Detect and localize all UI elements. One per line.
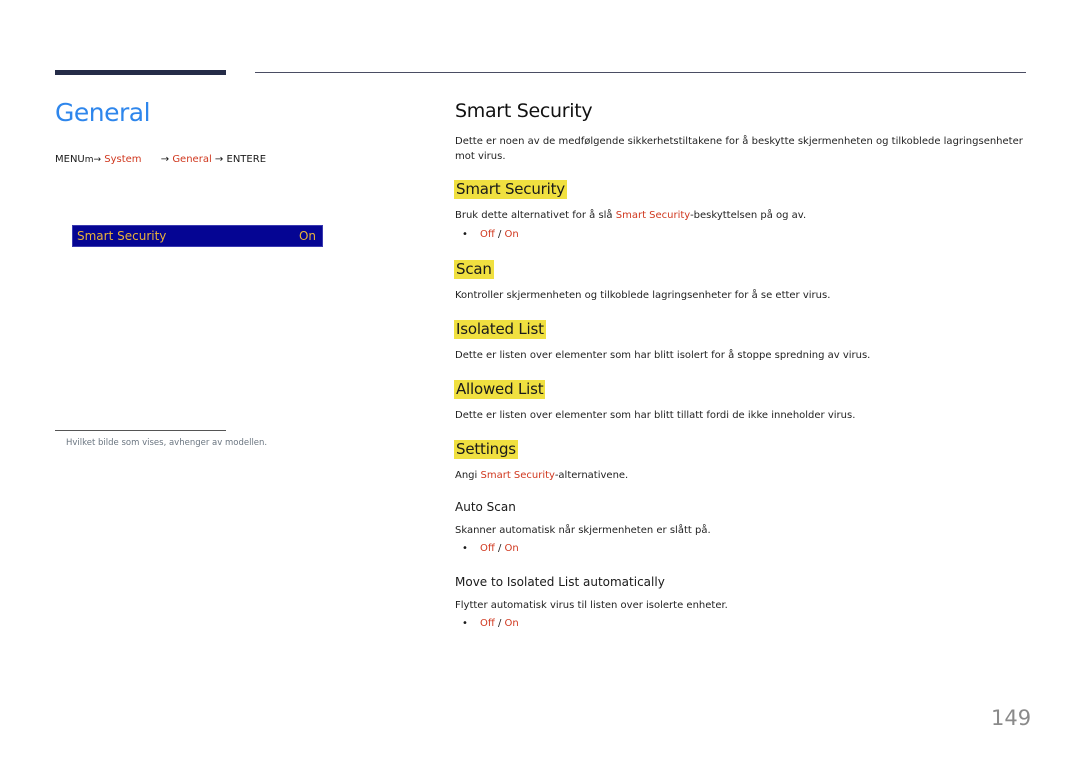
option-list-item: • Off / On: [462, 618, 519, 629]
option-off: Off: [480, 618, 495, 629]
option-on: On: [504, 229, 519, 240]
enter-icon: E: [259, 154, 267, 165]
option-off: Off: [480, 543, 495, 554]
header-bar-accent: [55, 70, 226, 75]
intro-text: Dette er noen av de medfølgende sikkerhe…: [455, 136, 1023, 162]
chapter-title: General: [55, 98, 151, 127]
breadcrumb: MENUm→ System → General → ENTERE: [55, 154, 266, 165]
arrow-right-icon: →: [160, 154, 170, 165]
option-on: On: [504, 543, 519, 554]
smart-security-link: Smart Security: [480, 470, 555, 481]
heading-allowed-list: Allowed List: [454, 380, 546, 399]
arrow-right-icon: →: [214, 154, 224, 165]
osd-menu-value: On: [298, 229, 316, 243]
page-number: 149: [991, 706, 1032, 730]
settings-text: Angi Smart Security-alternativene.: [455, 468, 1025, 483]
text: -alternativene.: [554, 470, 629, 481]
footnote-divider: [55, 430, 226, 431]
bullet-icon: •: [462, 229, 468, 240]
isolated-list-text: Dette er listen over elementer som har b…: [455, 350, 871, 361]
breadcrumb-menu: MENU: [55, 154, 85, 165]
smart-security-text: Bruk dette alternativet for å slå Smart …: [455, 208, 1025, 223]
smart-security-link: Smart Security: [615, 210, 691, 221]
allowed-list-text: Dette er listen over elementer som har b…: [455, 410, 856, 421]
option-list-item: • Off / On: [462, 543, 519, 554]
auto-scan-text: Skanner automatisk når skjermenheten er …: [455, 525, 711, 536]
breadcrumb-general: General: [172, 154, 212, 165]
text: Bruk dette alternativet for å slå: [455, 210, 616, 221]
bullet-icon: •: [462, 618, 468, 629]
text: Angi: [455, 470, 481, 481]
move-to-isolated-text: Flytter automatisk virus til listen over…: [455, 600, 728, 611]
subheading-auto-scan: Auto Scan: [455, 500, 516, 514]
subheading-move-to-isolated-list: Move to Isolated List automatically: [455, 575, 665, 589]
section-title: Smart Security: [455, 100, 593, 122]
footnote: Hvilket bilde som vises, avhenger av mod…: [66, 438, 268, 448]
option-on: On: [504, 618, 519, 629]
breadcrumb-enter: ENTER: [226, 154, 260, 165]
heading-settings: Settings: [454, 440, 518, 459]
osd-menu-item-smart-security: Smart Security On: [72, 225, 323, 247]
option-separator: /: [494, 543, 505, 554]
option-off: Off: [480, 229, 495, 240]
text: -beskyttelsen på og av.: [690, 210, 807, 221]
option-list-item: • Off / On: [462, 229, 519, 240]
option-separator: /: [494, 229, 505, 240]
osd-menu-label: Smart Security: [77, 229, 167, 243]
heading-isolated-list: Isolated List: [454, 320, 546, 339]
breadcrumb-system: System: [104, 154, 142, 165]
bullet-icon: •: [462, 543, 468, 554]
scan-text: Kontroller skjermenheten og tilkoblede l…: [455, 290, 831, 301]
heading-smart-security: Smart Security: [454, 180, 567, 199]
header-rule: [255, 72, 1026, 73]
menu-arrow-icon: m→: [84, 155, 102, 165]
option-separator: /: [494, 618, 505, 629]
heading-scan: Scan: [454, 260, 494, 279]
